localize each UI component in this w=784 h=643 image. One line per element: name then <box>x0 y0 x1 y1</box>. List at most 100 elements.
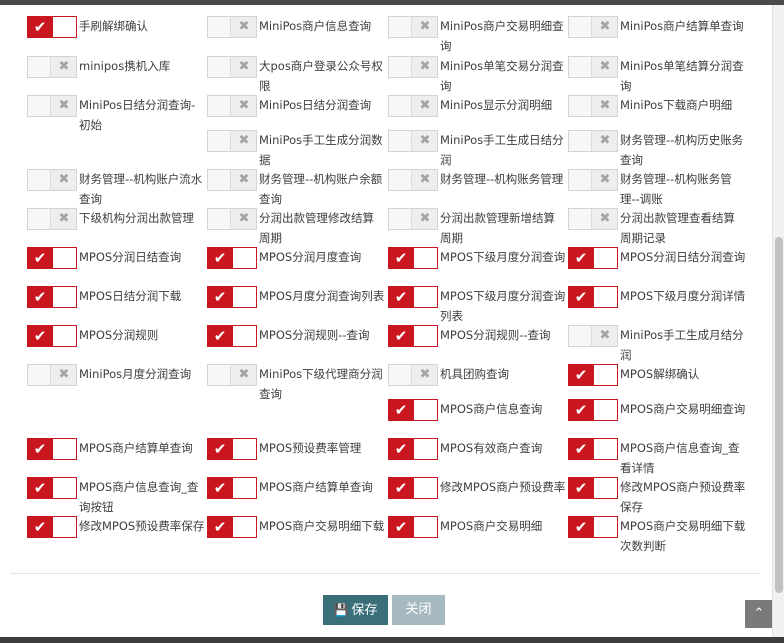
permission-toggle[interactable]: ✔ <box>207 286 257 308</box>
permission-label: MPOS商户交易明细 <box>440 519 543 533</box>
permission-label: MPOS下级月度分润查询 <box>440 250 566 264</box>
permission-toggle[interactable]: ✔ <box>27 325 77 347</box>
permission-label: MPOS商户交易明细下载次数判断 <box>620 519 746 553</box>
permission-toggle[interactable]: ✖ <box>207 169 257 191</box>
permission-toggle[interactable]: ✔ <box>27 477 77 499</box>
checkmark-icon: ✔ <box>394 249 408 267</box>
permission-toggle[interactable]: ✔ <box>207 438 257 460</box>
permission-label: MPOS商户信息查询_查看详情 <box>620 441 740 475</box>
permission-toggle[interactable]: ✖ <box>568 169 618 191</box>
permission-toggle[interactable]: ✖ <box>568 130 618 152</box>
x-icon: ✖ <box>599 328 611 343</box>
permission-label: MiniPos日结分润查询-初始 <box>79 98 196 132</box>
permission-toggle[interactable]: ✔ <box>388 438 438 460</box>
permission-label: MPOS分润日结查询 <box>79 250 182 264</box>
permission-toggle[interactable]: ✔ <box>568 438 618 460</box>
back-to-top-button[interactable]: ⌃ <box>745 600 773 628</box>
permission-label: MPOS预设费率管理 <box>259 441 362 455</box>
scrollbar[interactable] <box>772 5 784 637</box>
x-icon: ✖ <box>599 98 611 113</box>
save-button[interactable]: 💾 保存 <box>323 595 388 625</box>
permission-toggle[interactable]: ✔ <box>568 399 618 421</box>
permission-label: 分润出款管理修改结算周期 <box>259 211 374 245</box>
permission-label: 下级机构分润出款管理 <box>79 211 194 225</box>
x-icon: ✖ <box>238 133 250 148</box>
permission-toggle[interactable]: ✔ <box>388 477 438 499</box>
x-icon: ✖ <box>58 172 70 187</box>
x-icon: ✖ <box>599 211 611 226</box>
permission-toggle[interactable]: ✖ <box>207 95 257 117</box>
permission-label: MPOS有效商户查询 <box>440 441 543 455</box>
permission-toggle[interactable]: ✔ <box>568 477 618 499</box>
permission-toggle[interactable]: ✖ <box>388 16 438 38</box>
permission-toggle[interactable]: ✔ <box>568 286 618 308</box>
permission-toggle[interactable]: ✖ <box>568 208 618 230</box>
permission-toggle[interactable]: ✔ <box>568 364 618 386</box>
permission-toggle[interactable]: ✔ <box>27 16 77 38</box>
permission-label: 财务管理--机构账户余额查询 <box>259 172 383 206</box>
permission-label: MPOS分润规则 <box>79 328 159 342</box>
checkmark-icon: ✔ <box>574 366 588 384</box>
close-button[interactable]: 关闭 <box>392 595 445 625</box>
permission-label: MiniPos月度分润查询 <box>79 367 192 381</box>
permission-toggle[interactable]: ✔ <box>27 247 77 269</box>
permission-toggle[interactable]: ✔ <box>388 516 438 538</box>
checkmark-icon: ✔ <box>33 518 47 536</box>
permission-toggle[interactable]: ✔ <box>388 399 438 421</box>
permission-label: 分润出款管理查看结算周期记录 <box>620 211 735 245</box>
permission-label: 财务管理--机构账户流水查询 <box>79 172 203 206</box>
permission-toggle[interactable]: ✔ <box>568 247 618 269</box>
permission-toggle[interactable]: ✖ <box>388 208 438 230</box>
permission-toggle[interactable]: ✔ <box>27 286 77 308</box>
x-icon: ✖ <box>419 367 431 382</box>
permission-toggle[interactable]: ✔ <box>207 247 257 269</box>
permission-toggle[interactable]: ✖ <box>568 56 618 78</box>
permission-toggle[interactable]: ✖ <box>27 208 77 230</box>
permission-label: MPOS商户交易明细查询 <box>620 402 746 416</box>
permission-toggle[interactable]: ✔ <box>388 325 438 347</box>
permission-toggle[interactable]: ✖ <box>207 364 257 386</box>
permission-toggle[interactable]: ✖ <box>207 130 257 152</box>
permission-toggle[interactable]: ✔ <box>207 477 257 499</box>
permission-label: MiniPos手工生成分润数据 <box>259 133 383 167</box>
checkmark-icon: ✔ <box>574 440 588 458</box>
permission-label: 财务管理--机构账务管理--调账 <box>620 172 732 206</box>
permission-toggle[interactable]: ✖ <box>568 325 618 347</box>
checkmark-icon: ✔ <box>33 18 47 36</box>
permission-toggle[interactable]: ✔ <box>568 516 618 538</box>
permission-toggle[interactable]: ✖ <box>207 56 257 78</box>
checkmark-icon: ✔ <box>33 440 47 458</box>
permission-toggle[interactable]: ✖ <box>207 16 257 38</box>
permission-toggle[interactable]: ✖ <box>388 169 438 191</box>
permission-label: 分润出款管理新增结算周期 <box>440 211 555 245</box>
checkmark-icon: ✔ <box>574 288 588 306</box>
permission-toggle[interactable]: ✔ <box>207 325 257 347</box>
scrollbar-thumb[interactable] <box>775 237 783 593</box>
permission-label: MPOS商户信息查询 <box>440 402 543 416</box>
permission-label: 手刷解绑确认 <box>79 19 148 33</box>
permission-toggle[interactable]: ✖ <box>388 56 438 78</box>
checkmark-icon: ✔ <box>574 518 588 536</box>
bottom-edge <box>0 637 784 643</box>
permission-label: MPOS分润规则--查询 <box>440 328 551 342</box>
top-edge <box>0 0 784 5</box>
permission-toggle[interactable]: ✖ <box>568 16 618 38</box>
permission-toggle[interactable]: ✖ <box>27 95 77 117</box>
permission-label: 修改MPOS商户预设费率保存 <box>620 480 746 514</box>
permission-toggle[interactable]: ✔ <box>388 286 438 308</box>
permission-toggle[interactable]: ✔ <box>27 438 77 460</box>
permission-toggle[interactable]: ✖ <box>207 208 257 230</box>
x-icon: ✖ <box>238 172 250 187</box>
permission-toggle[interactable]: ✖ <box>27 56 77 78</box>
checkmark-icon: ✔ <box>574 249 588 267</box>
permission-toggle[interactable]: ✖ <box>388 364 438 386</box>
permission-toggle[interactable]: ✖ <box>388 95 438 117</box>
permission-toggle[interactable]: ✔ <box>388 247 438 269</box>
permission-toggle[interactable]: ✖ <box>27 364 77 386</box>
permission-toggle[interactable]: ✖ <box>568 95 618 117</box>
checkmark-icon: ✔ <box>33 327 47 345</box>
permission-toggle[interactable]: ✖ <box>27 169 77 191</box>
permission-toggle[interactable]: ✖ <box>388 130 438 152</box>
permission-toggle[interactable]: ✔ <box>27 516 77 538</box>
permission-toggle[interactable]: ✔ <box>207 516 257 538</box>
